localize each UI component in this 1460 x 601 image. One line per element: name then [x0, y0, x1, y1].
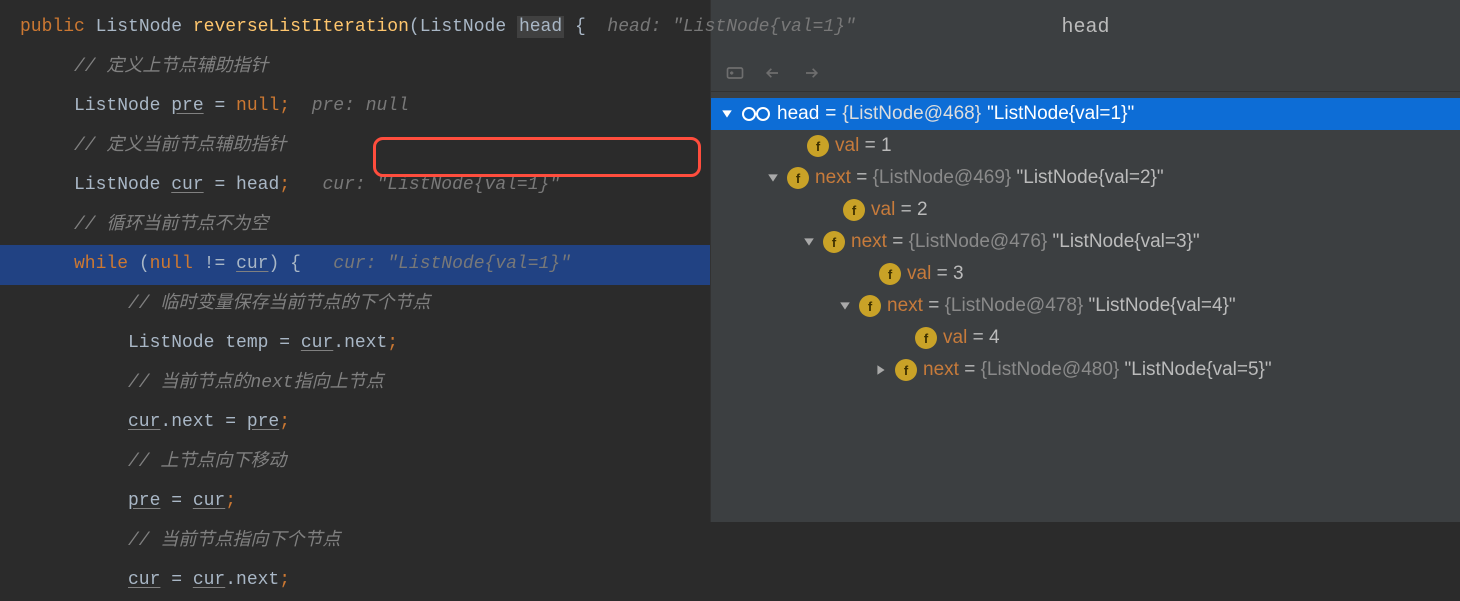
collapse-arrow-icon[interactable] — [873, 362, 889, 378]
tree-row-val[interactable]: f val = 1 — [711, 130, 1460, 162]
var-name: next — [887, 295, 923, 316]
tree-row-val[interactable]: f val = 3 — [711, 258, 1460, 290]
var-name: val — [871, 199, 895, 220]
code-line-1[interactable]: public ListNode reverseListIteration(Lis… — [0, 8, 710, 48]
field-badge-icon: f — [915, 327, 937, 349]
var-name: val — [907, 263, 931, 284]
code-line-5[interactable]: ListNode cur = head; cur: "ListNode{val=… — [0, 166, 710, 206]
inline-debug-hint: cur: "ListNode{val=1}" — [322, 175, 560, 195]
code-line-6[interactable]: // 循环当前节点不为空 — [0, 206, 710, 246]
code-line-13[interactable]: pre = cur; — [0, 482, 710, 522]
param-type: ListNode — [420, 17, 506, 37]
field-badge-icon: f — [807, 135, 829, 157]
watch-glasses-icon — [741, 105, 771, 123]
tree-row-next[interactable]: f next = {ListNode@478} "ListNode{val=4}… — [711, 290, 1460, 322]
var-name: val — [943, 327, 967, 348]
var-name: val — [835, 135, 859, 156]
code-editor[interactable]: public ListNode reverseListIteration(Lis… — [0, 0, 710, 522]
param-name: head — [517, 16, 564, 38]
expand-arrow-icon[interactable] — [719, 106, 735, 122]
var-name: next — [851, 231, 887, 252]
tree-row-next[interactable]: f next = {ListNode@469} "ListNode{val=2}… — [711, 162, 1460, 194]
code-line-7-current-execution[interactable]: while (null != cur) { cur: "ListNode{val… — [0, 245, 710, 285]
field-badge-icon: f — [879, 263, 901, 285]
tree-row-next[interactable]: f next = {ListNode@476} "ListNode{val=3}… — [711, 226, 1460, 258]
debug-toolbar — [711, 55, 1460, 92]
expand-arrow-icon[interactable] — [765, 170, 781, 186]
new-watch-icon[interactable] — [725, 63, 745, 83]
field-badge-icon: f — [895, 359, 917, 381]
field-badge-icon: f — [843, 199, 865, 221]
var-name: next — [923, 359, 959, 380]
tree-row-next[interactable]: f next = {ListNode@480} "ListNode{val=5}… — [711, 354, 1460, 386]
var-name: head — [777, 103, 819, 125]
debug-panel: head head = {ListNode@468} "ListNode{val… — [710, 0, 1460, 522]
inline-debug-hint: head: "ListNode{val=1}" — [607, 17, 855, 37]
field-badge-icon: f — [823, 231, 845, 253]
inline-debug-hint: cur: "ListNode{val=1}" — [333, 254, 571, 274]
field-badge-icon: f — [859, 295, 881, 317]
var-name: next — [815, 167, 851, 188]
code-line-14[interactable]: // 当前节点指向下个节点 — [0, 522, 710, 562]
inline-debug-hint: pre: null — [312, 96, 409, 116]
field-badge-icon: f — [787, 167, 809, 189]
code-line-9[interactable]: ListNode temp = cur.next; — [0, 324, 710, 364]
code-line-10[interactable]: // 当前节点的next指向上节点 — [0, 364, 710, 404]
tree-root-head[interactable]: head = {ListNode@468} "ListNode{val=1}" — [711, 98, 1460, 130]
code-line-4[interactable]: // 定义当前节点辅助指针 — [0, 127, 710, 167]
open-paren: ( — [409, 17, 420, 37]
keyword-public: public — [20, 17, 85, 37]
debug-variables-tree[interactable]: head = {ListNode@468} "ListNode{val=1}" … — [711, 92, 1460, 522]
method-name: reverseListIteration — [193, 17, 409, 37]
nav-back-icon[interactable] — [763, 63, 783, 83]
return-type: ListNode — [96, 17, 182, 37]
code-line-2[interactable]: // 定义上节点辅助指针 — [0, 48, 710, 88]
tree-row-val[interactable]: f val = 4 — [711, 322, 1460, 354]
code-line-3[interactable]: ListNode pre = null; pre: null — [0, 87, 710, 127]
close-paren: { — [564, 17, 586, 37]
expand-arrow-icon[interactable] — [837, 298, 853, 314]
tree-row-val[interactable]: f val = 2 — [711, 194, 1460, 226]
code-line-11[interactable]: cur.next = pre; — [0, 403, 710, 443]
nav-forward-icon[interactable] — [801, 63, 821, 83]
code-line-12[interactable]: // 上节点向下移动 — [0, 443, 710, 483]
expand-arrow-icon[interactable] — [801, 234, 817, 250]
code-line-8[interactable]: // 临时变量保存当前节点的下个节点 — [0, 285, 710, 325]
code-line-15[interactable]: cur = cur.next; — [0, 561, 710, 601]
